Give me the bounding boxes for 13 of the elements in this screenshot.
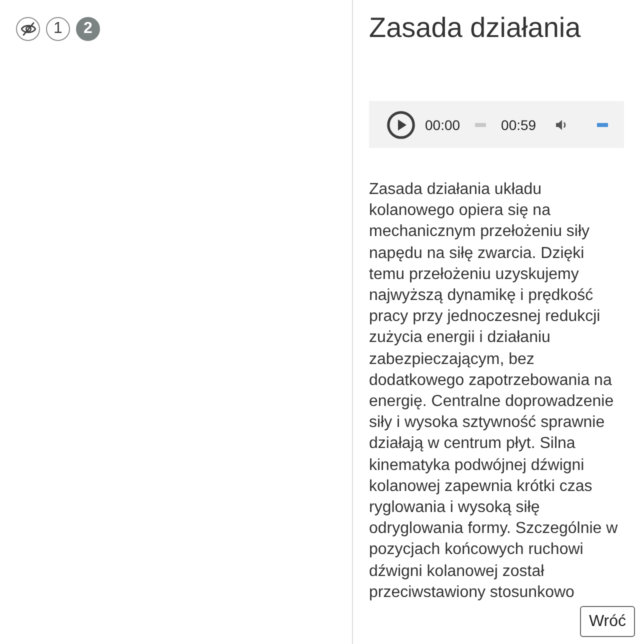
- hide-toggle[interactable]: [16, 17, 40, 41]
- progress-slider[interactable]: [475, 122, 486, 126]
- page-number-toggle[interactable]: 2: [76, 17, 100, 41]
- body-text: Zasada działania układu kolanowego opiera się na mechanicznym przełożeniu siły napędu na siłę zwarcia. Dzięki temu przełożeniu uzyskujemy najwyższą dynamikę i prędkość pracy przy jednoczesnej redukcji zużycia energii i działaniu zabezpieczającym, bez dodatkowego zapotrzebowania na energię. Centralne doprowadzenie siły i wysoka sztywność sprawnie działają w centrum płyt. Silna kinematyka podwójnej dźwigni kolanowej zapewnia krótki czas ryglowania i wysoką siłę odryglowania formy. Szczególnie w pozycjach końcowych ruchowi dźwigni kolanowej został przeciwstawiony stosunkowo: [369, 180, 619, 603]
- eye-slash-icon: [20, 22, 36, 36]
- duration-time: 00:59: [501, 116, 536, 132]
- section-title: Zasada działania: [369, 12, 582, 44]
- current-time: 00:00: [425, 116, 460, 132]
- play-button[interactable]: [387, 110, 415, 138]
- page-number-toggle[interactable]: 1: [46, 17, 70, 41]
- back-button[interactable]: Wróć: [580, 606, 635, 637]
- play-icon: [387, 110, 415, 138]
- volume-slider[interactable]: [597, 122, 608, 126]
